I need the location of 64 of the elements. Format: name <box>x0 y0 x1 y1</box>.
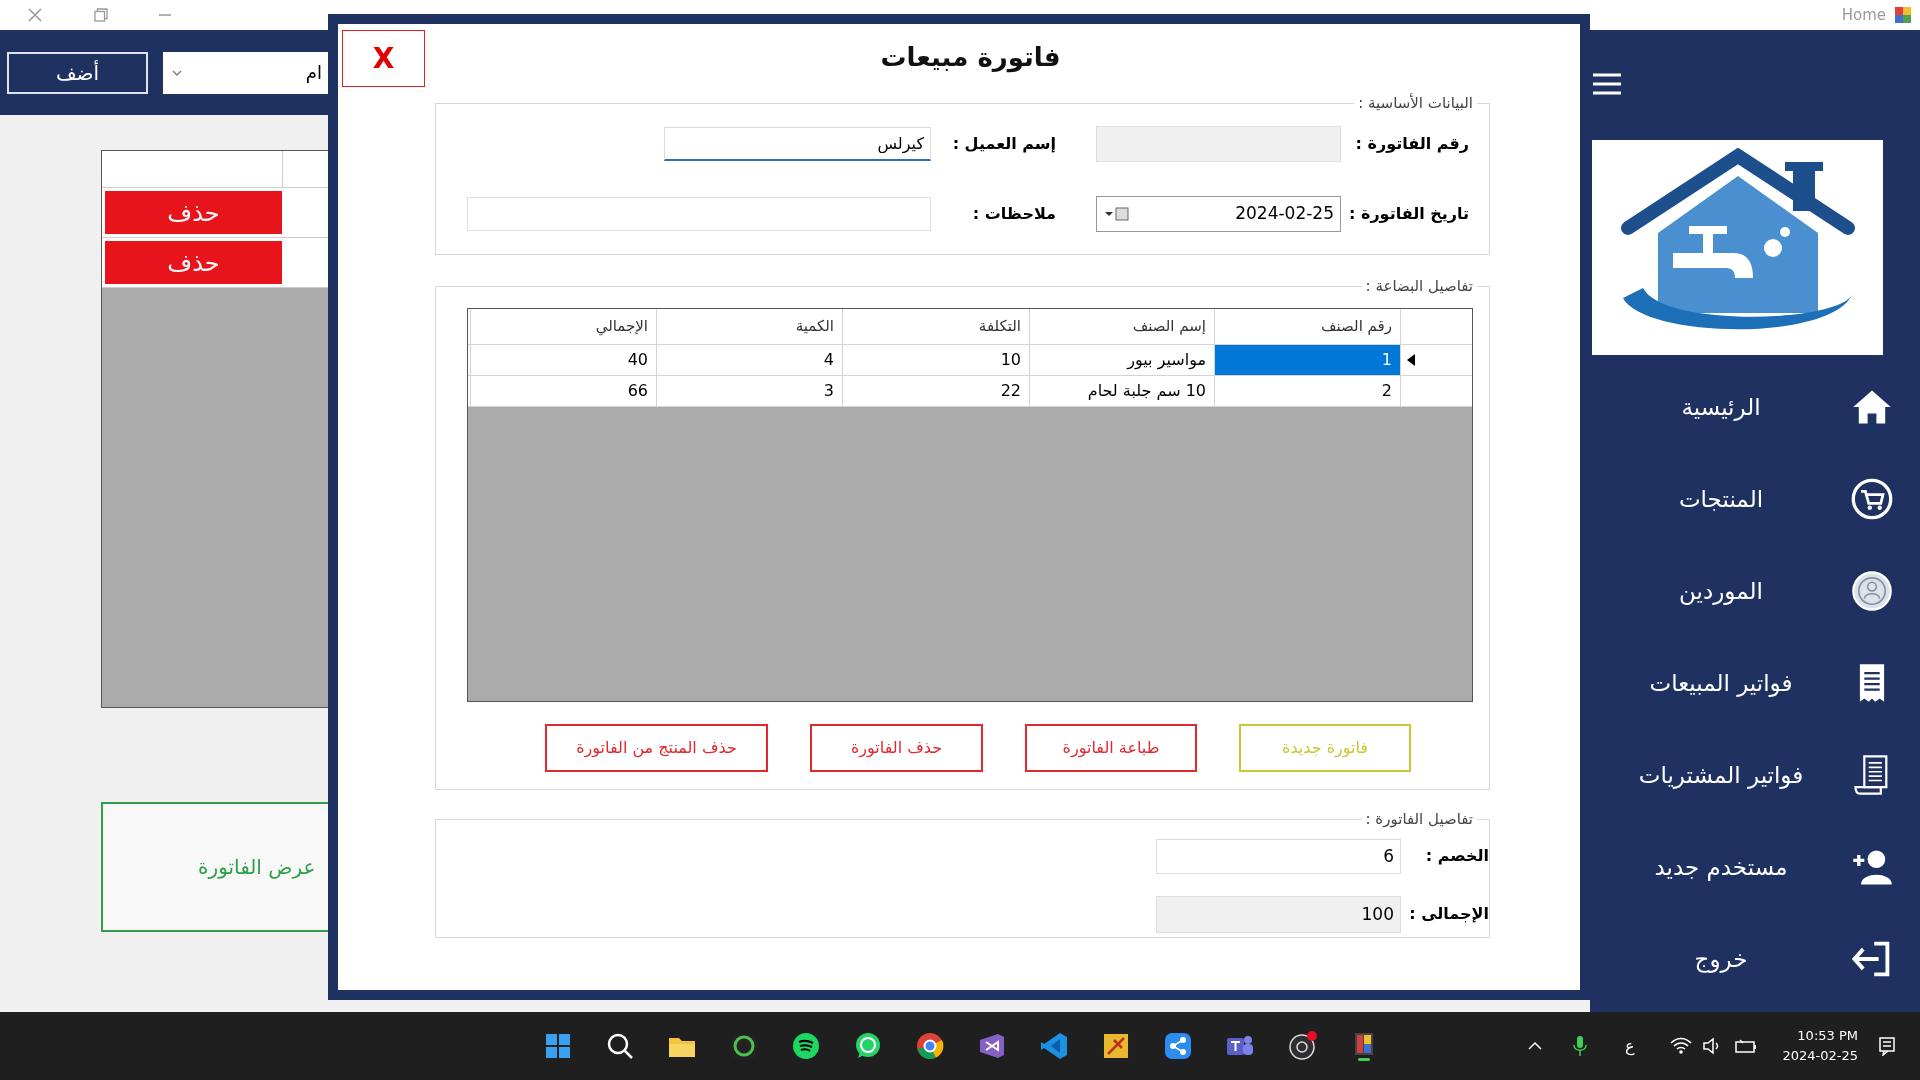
table-cell: 4 <box>656 344 842 375</box>
user-circle-icon[interactable] <box>1850 569 1894 613</box>
sidebar-item[interactable]: فواتير المبيعات <box>1596 665 1846 701</box>
field-label: الخصم : <box>1424 845 1489 867</box>
table-cell: 22 <box>842 375 1029 406</box>
column-header: الإجمالي <box>470 308 656 344</box>
column-header: الكمية <box>656 308 842 344</box>
delete-button[interactable]: حذف <box>105 191 282 234</box>
add-button[interactable]: أضف <box>7 51 148 94</box>
date-picker[interactable]: 2024-02-25 <box>1096 195 1341 232</box>
table-cell: 66 <box>470 375 656 406</box>
browser-icon[interactable] <box>914 1030 946 1062</box>
column-header: إسم الصنف <box>1029 308 1214 344</box>
table-cell: 2 <box>1214 375 1400 406</box>
table-cell: 10 <box>842 344 1029 375</box>
action-button[interactable]: حذف الفاتورة <box>810 723 983 772</box>
total-field[interactable]: 100 <box>1156 895 1401 933</box>
restore-icon[interactable] <box>94 8 108 22</box>
table-cell: 10 سم جلبة لحام <box>1029 375 1214 406</box>
window-title: Home <box>1841 4 1886 26</box>
table-cell: 40 <box>470 344 656 375</box>
sidebar-item[interactable]: الموردين <box>1596 573 1846 609</box>
recording-app-icon[interactable] <box>1286 1030 1318 1062</box>
music-app-icon[interactable] <box>790 1030 822 1062</box>
field-label: تاريخ الفاتورة : <box>1348 202 1469 225</box>
column-header: رقم الصنف <box>1214 308 1400 344</box>
field-label: رقم الفاتورة : <box>1354 132 1469 155</box>
close-icon[interactable] <box>28 8 42 22</box>
menu-icon[interactable] <box>1592 72 1622 96</box>
notification-icon[interactable] <box>1878 1036 1896 1056</box>
microphone-icon[interactable] <box>1570 1035 1589 1057</box>
app-icon <box>1894 6 1912 24</box>
section-legend: البيانات الأساسية : <box>1354 92 1477 115</box>
cart-icon[interactable] <box>1850 477 1894 521</box>
field-label: إسم العميل : <box>951 132 1057 155</box>
field-label: ملاحظات : <box>971 202 1057 225</box>
table-cell: 1 <box>1214 344 1400 375</box>
table-cell: مواسير بيور <box>1029 344 1214 375</box>
invoice-number-field[interactable] <box>1096 125 1341 162</box>
field-label: الإجمالى : <box>1408 903 1489 925</box>
sidebar-item[interactable]: خروج <box>1596 941 1846 977</box>
close-button[interactable]: X <box>342 30 425 87</box>
sidebar-item[interactable]: المنتجات <box>1596 481 1846 517</box>
filter-combo[interactable]: ام <box>163 51 330 94</box>
sidebar-item[interactable]: الرئيسية <box>1596 389 1846 425</box>
sidebar-item[interactable]: مستخدم جديد <box>1596 849 1846 885</box>
delete-button[interactable]: حذف <box>105 241 282 284</box>
clock-time[interactable]: 10:53 PM <box>1797 1026 1858 1046</box>
notes-field[interactable] <box>467 196 931 231</box>
dialog-title: فاتورة مبيعات <box>879 41 1062 75</box>
sidebar-item[interactable]: فواتير المشتريات <box>1596 757 1846 793</box>
share-app-icon[interactable] <box>1162 1030 1194 1062</box>
discount-field[interactable]: 6 <box>1156 838 1401 874</box>
customer-name-field[interactable]: كيرلس <box>664 126 931 161</box>
action-button[interactable]: طباعة الفاتورة <box>1025 723 1197 772</box>
input-language[interactable]: ع <box>1624 1034 1635 1058</box>
column-header: التكلفة <box>842 308 1029 344</box>
battery-icon[interactable] <box>1734 1037 1759 1055</box>
section-legend: تفاصيل الفاتورة : <box>1361 808 1477 831</box>
table-cell: 3 <box>656 375 842 406</box>
clock-date[interactable]: 2024-02-25 <box>1782 1046 1858 1066</box>
wifi-icon[interactable] <box>1670 1037 1693 1055</box>
section-legend: تفاصيل البضاعة : <box>1361 275 1477 298</box>
action-button[interactable]: حذف المنتج من الفاتورة <box>545 723 768 772</box>
